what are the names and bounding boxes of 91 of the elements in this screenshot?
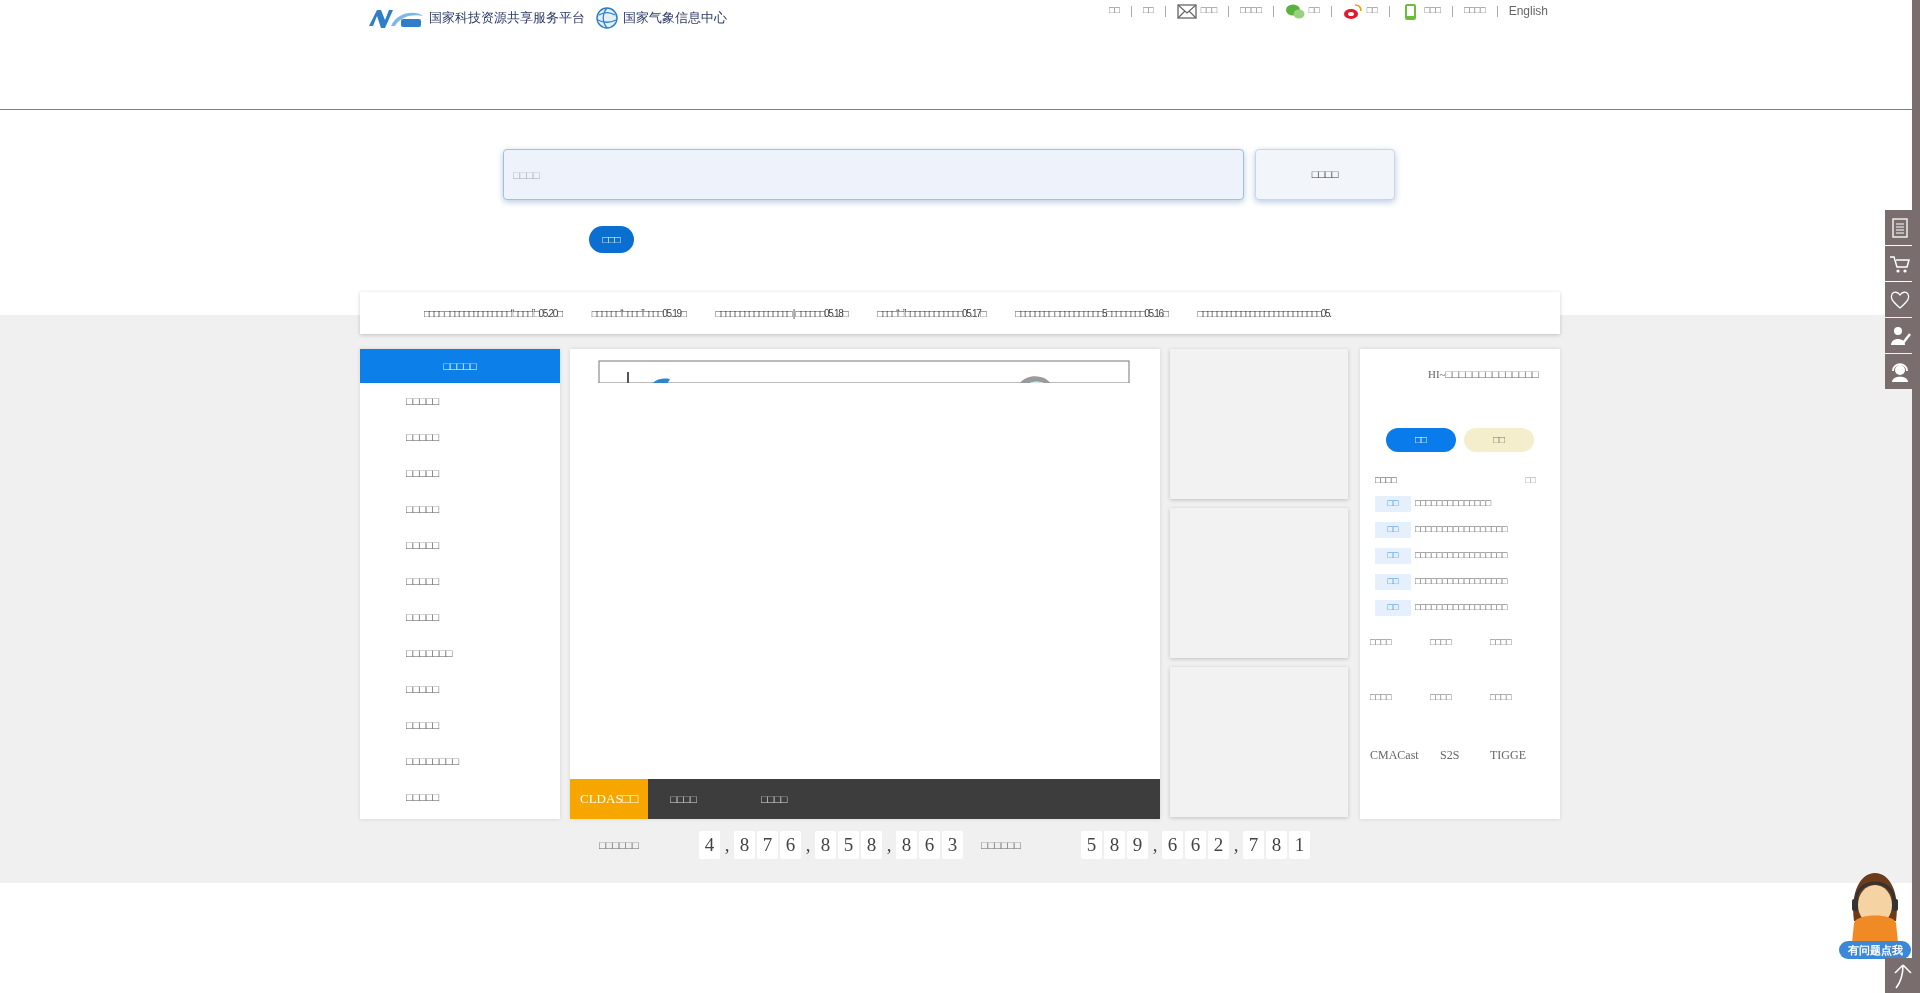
counter-digit: 6 — [919, 830, 940, 859]
sidebar-item[interactable]: □□□□□ — [360, 419, 560, 455]
shortcut-link[interactable]: □□□□ — [1489, 691, 1550, 746]
account-button[interactable]: □□ — [1464, 427, 1534, 452]
notice-tag: □□ — [1375, 548, 1411, 564]
counter-digit: 3 — [942, 830, 963, 859]
notice-link[interactable]: □□□□□□□□□□□□□□□□□ — [1415, 549, 1508, 563]
notice-tag: □□ — [1375, 496, 1411, 512]
mail-icon — [1176, 2, 1197, 20]
notice-tag: □□ — [1375, 522, 1411, 538]
news-link[interactable]: □□□□□□□□□□□□□□□□□□□□□□□□□□05. — [1197, 305, 1331, 321]
sidebar-item[interactable]: □□□□□ — [360, 455, 560, 491]
digit-separator: , — [804, 832, 812, 857]
help-label[interactable]: 有问题点我 — [1839, 941, 1911, 959]
shortcut-link[interactable]: □□□□ — [1430, 636, 1490, 691]
counter-digit: 5 — [1081, 830, 1102, 859]
news-link[interactable]: □□□□□□□□ □□□□□□□□□□5□□□□□□□□05.16□ — [1015, 305, 1168, 321]
header-link[interactable]: □□ — [1142, 4, 1154, 18]
header-link[interactable]: □□□□ — [1240, 4, 1262, 18]
logo-text: 国家科技资源共享服务平台 — [429, 9, 585, 28]
greeting-text: HI~□□□□□□□□□□□□□□ — [1428, 367, 1540, 382]
sidebar-item[interactable]: □□□□□ — [360, 491, 560, 527]
news-link[interactable]: □□□□ □□□□□□□□□□□□□□“□□□□”□05.20□ — [424, 305, 562, 321]
tag-button[interactable]: □□□ — [589, 226, 634, 253]
list-title: □□□□ — [1375, 473, 1397, 487]
news-link[interactable]: □□□□□□“□□□□”□□□□05.19□ — [591, 305, 686, 321]
counter-digit: 7 — [757, 830, 778, 859]
counter-digit: 8 — [1104, 830, 1125, 859]
counter-digit: 1 — [1289, 830, 1310, 859]
news-link[interactable]: □□□□□□□□□□□□□□□□ | □□□□□□05.18□ — [715, 305, 848, 321]
stat-label: □□□□□□ — [981, 837, 1022, 853]
notice-link[interactable]: □□□□□□□□□□□□□□ — [1415, 497, 1492, 511]
notice-link[interactable]: □□□□□□□□□□□□□□□□□ — [1415, 601, 1508, 615]
map-tab[interactable]: □□□□ — [750, 779, 798, 819]
shortcut-link[interactable]: □□□□ — [1430, 691, 1490, 746]
header-link[interactable]: □□ — [1342, 2, 1378, 20]
account-button[interactable]: □□ — [1386, 427, 1456, 452]
headset-icon — [1889, 360, 1911, 383]
counter-digit: 8 — [734, 830, 755, 859]
header-link[interactable]: □□ — [1109, 4, 1120, 18]
header-link[interactable]: □□□ — [1176, 2, 1218, 20]
shortcut-link[interactable]: □□□□ — [1370, 636, 1430, 691]
header-link[interactable]: English — [1508, 2, 1548, 20]
shortcut-link[interactable]: CMACast — [1370, 746, 1430, 801]
counter-digit: 6 — [1185, 830, 1206, 859]
digit-separator: , — [1151, 832, 1159, 857]
shortcut-link[interactable]: TIGGE — [1489, 746, 1550, 801]
globe-logo — [595, 6, 619, 30]
notice-link[interactable]: □□□□□□□□□□□□□□□□□ — [1415, 575, 1508, 589]
sidebar-item[interactable]: □□□□□ — [360, 599, 560, 635]
header-link[interactable]: □□ — [1284, 2, 1320, 20]
counter-digit: 8 — [815, 830, 836, 859]
counter-digit: 8 — [861, 830, 882, 859]
digit-separator: , — [1232, 832, 1240, 857]
search-field[interactable]: □□□□ — [503, 149, 1244, 200]
sidebar-title: □□□□□ — [360, 349, 560, 383]
sidebar-item[interactable]: □□□□□ — [360, 383, 560, 419]
sidebar-item[interactable]: □□□□□ — [360, 779, 560, 815]
counter-digit: 4 — [699, 830, 720, 859]
search-button[interactable]: □□□□ — [1255, 149, 1395, 200]
logo-text: 国家气象信息中心 — [623, 9, 727, 28]
counter-digit: 8 — [896, 830, 917, 859]
notice-link[interactable]: □□□□□□□□□□□□□□□□□ — [1415, 523, 1508, 537]
header-link[interactable]: □□□ — [1400, 2, 1441, 20]
shortcut-link[interactable]: □□□□ — [1489, 636, 1550, 691]
counter-digit: 6 — [1162, 830, 1183, 859]
counter-digit: 5 — [838, 830, 859, 859]
stat-label: □□□□□□ — [599, 837, 640, 853]
digit-separator: , — [885, 832, 893, 857]
news-link[interactable]: □□□□“□”□□□□□□□□□□□□05.17□ — [877, 305, 986, 321]
counter-digit: 6 — [780, 830, 801, 859]
sidebar-item[interactable]: □□□□□ — [360, 671, 560, 707]
sidebar-item[interactable]: □□□□□ — [360, 707, 560, 743]
counter-digit: 8 — [1266, 830, 1287, 859]
counter-digit: 7 — [1243, 830, 1264, 859]
shortcut-link[interactable]: □□□□ — [1370, 691, 1430, 746]
shortcut-link[interactable]: S2S — [1430, 746, 1490, 801]
chat-bubbles-icon — [1284, 2, 1305, 20]
header-link[interactable]: □□□□ — [1463, 4, 1486, 18]
notice-tag: □□ — [1375, 574, 1411, 590]
sidebar-item[interactable]: □□□□□□□□ — [360, 743, 560, 779]
notice-tag: □□ — [1375, 600, 1411, 616]
counter-digit: 2 — [1208, 830, 1229, 859]
digit-separator: , — [723, 832, 731, 857]
counter-digit: 9 — [1127, 830, 1148, 859]
sidebar-item[interactable]: □□□□□ — [360, 563, 560, 599]
user-edit-icon — [1889, 324, 1911, 347]
document-icon — [1889, 216, 1911, 239]
map-tab[interactable]: □□□□ — [660, 779, 707, 819]
sidebar-item[interactable]: □□□□□□□ — [360, 635, 560, 671]
sidebar-item[interactable]: □□□□□ — [360, 527, 560, 563]
